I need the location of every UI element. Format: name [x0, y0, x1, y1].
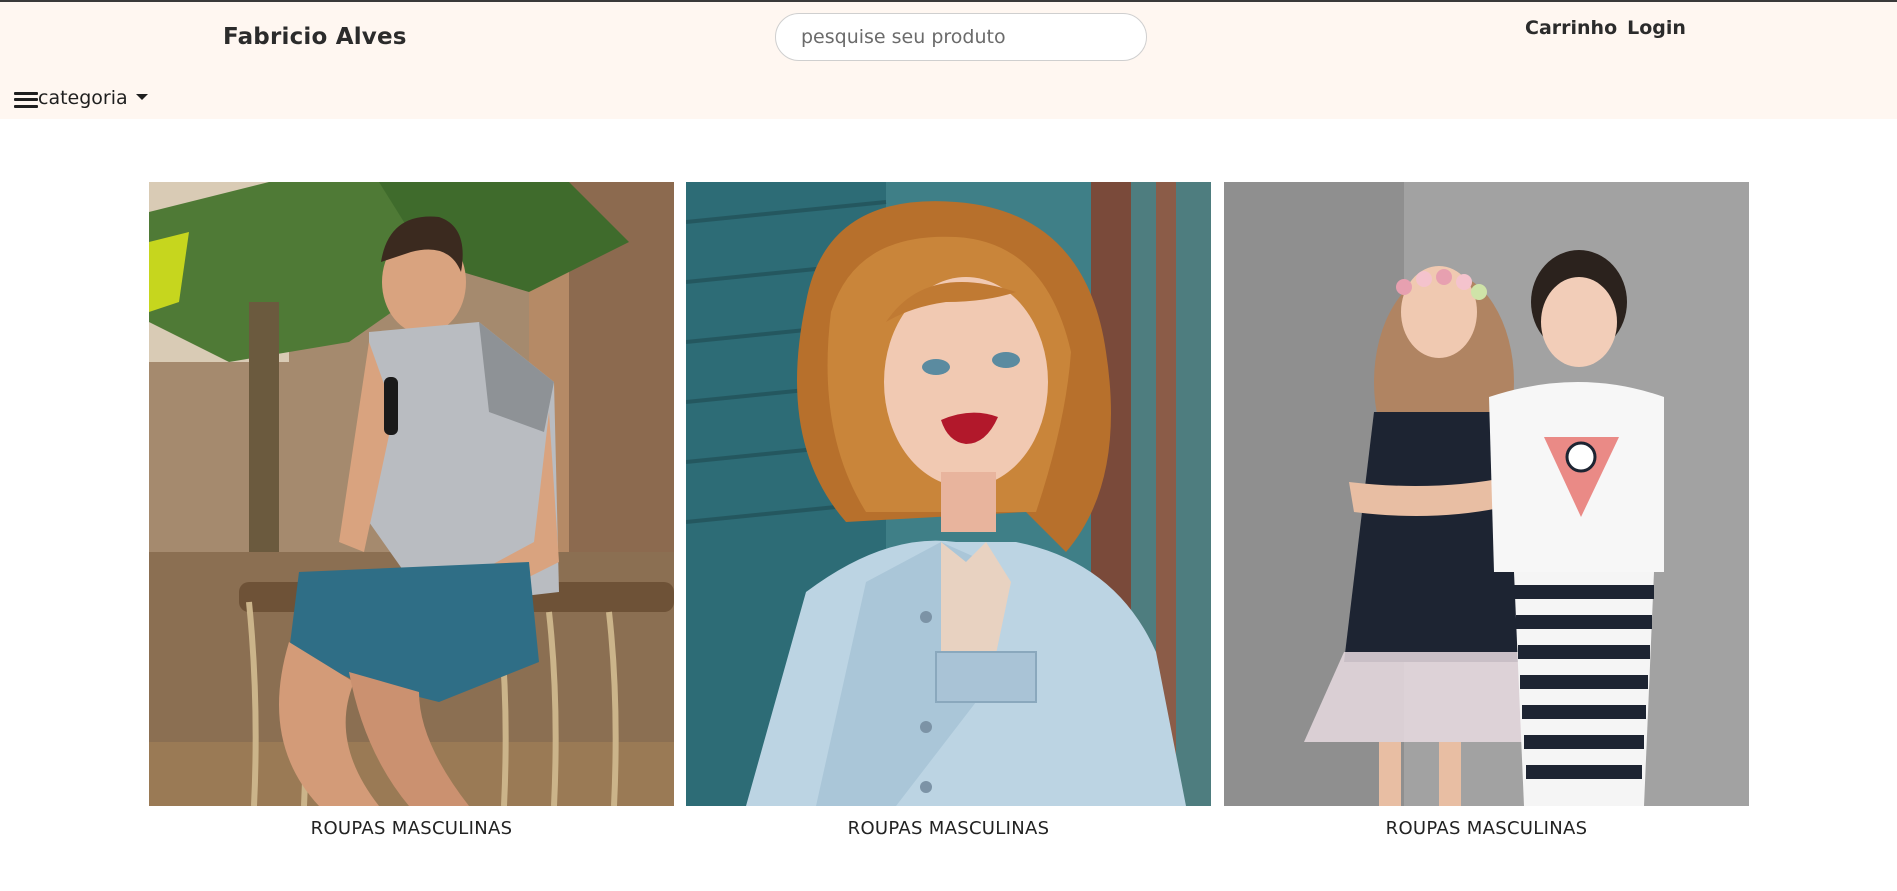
product-photo-children[interactable]: [1224, 182, 1749, 806]
search-input[interactable]: [801, 14, 1121, 60]
category-label: categoria: [38, 87, 128, 109]
cart-link[interactable]: Carrinho: [1525, 17, 1617, 39]
product-card[interactable]: ROUPAS MASCULINAS: [149, 182, 674, 839]
nav-links: Carrinho Login: [1525, 17, 1686, 39]
caret-down-icon: [135, 94, 148, 100]
search-box[interactable]: [775, 13, 1147, 61]
category-dropdown[interactable]: categoria: [14, 87, 148, 109]
brand-logo[interactable]: Fabricio Alves: [223, 24, 407, 50]
menu-icon: [14, 91, 38, 108]
product-caption[interactable]: ROUPAS MASCULINAS: [1224, 818, 1749, 839]
product-caption[interactable]: ROUPAS MASCULINAS: [686, 818, 1211, 839]
product-caption[interactable]: ROUPAS MASCULINAS: [149, 818, 674, 839]
product-photo-man[interactable]: [149, 182, 674, 806]
login-link[interactable]: Login: [1627, 17, 1686, 39]
product-card[interactable]: ROUPAS MASCULINAS: [1224, 182, 1749, 839]
product-card[interactable]: ROUPAS MASCULINAS: [686, 182, 1211, 839]
product-photo-woman[interactable]: [686, 182, 1211, 806]
site-header: Fabricio Alves Carrinho Login categoria: [0, 2, 1897, 119]
